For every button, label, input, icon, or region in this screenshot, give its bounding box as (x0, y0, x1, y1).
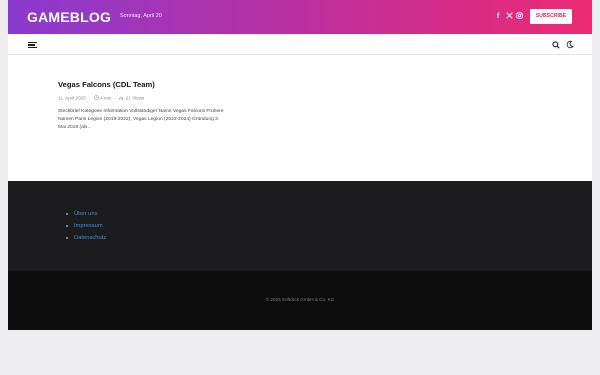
footer-link-about[interactable]: Über uns (65, 210, 106, 222)
facebook-icon[interactable]: f (497, 12, 499, 21)
footer-widgets: Über uns Impressum Datenschutz (8, 181, 592, 271)
footer-link-privacy[interactable]: Datenschutz (65, 234, 106, 246)
instagram-icon[interactable] (516, 12, 523, 22)
article-title[interactable]: Vegas Falcons (CDL Team) (58, 80, 228, 89)
search-icon[interactable] (552, 41, 560, 49)
x-icon[interactable] (506, 12, 513, 22)
page: GAMEBLOG Sonntag, April 20 f SUBSCRIBE V… (8, 0, 592, 330)
copyright-text: © 2025 Softclick GmbH & Co. KG (265, 297, 335, 302)
view-count: 21 Views (125, 95, 145, 101)
read-time: 4 min (100, 95, 112, 101)
current-date: Sonntag, April 20 (120, 13, 162, 19)
article-card: Vegas Falcons (CDL Team) 11. April 2025 … (58, 80, 228, 132)
subscribe-button[interactable]: SUBSCRIBE (530, 9, 572, 24)
article-excerpt: Steckbrief Kategorie Information Vollstä… (58, 108, 224, 131)
footer-bottom: © 2025 Softclick GmbH & Co. KG (8, 271, 592, 330)
footer-links: Über uns Impressum Datenschutz (65, 210, 106, 247)
top-bar: GAMEBLOG Sonntag, April 20 f SUBSCRIBE (8, 0, 592, 34)
site-logo[interactable]: GAMEBLOG (27, 9, 111, 25)
nav-bar (8, 34, 592, 55)
footer-link-imprint[interactable]: Impressum (65, 222, 106, 234)
article-meta: 11. April 2025 · 4 min · 21 Views (58, 95, 145, 101)
article-date: 11. April 2025 (58, 95, 86, 101)
dark-mode-moon-icon[interactable] (566, 40, 574, 49)
menu-icon[interactable] (28, 42, 37, 49)
